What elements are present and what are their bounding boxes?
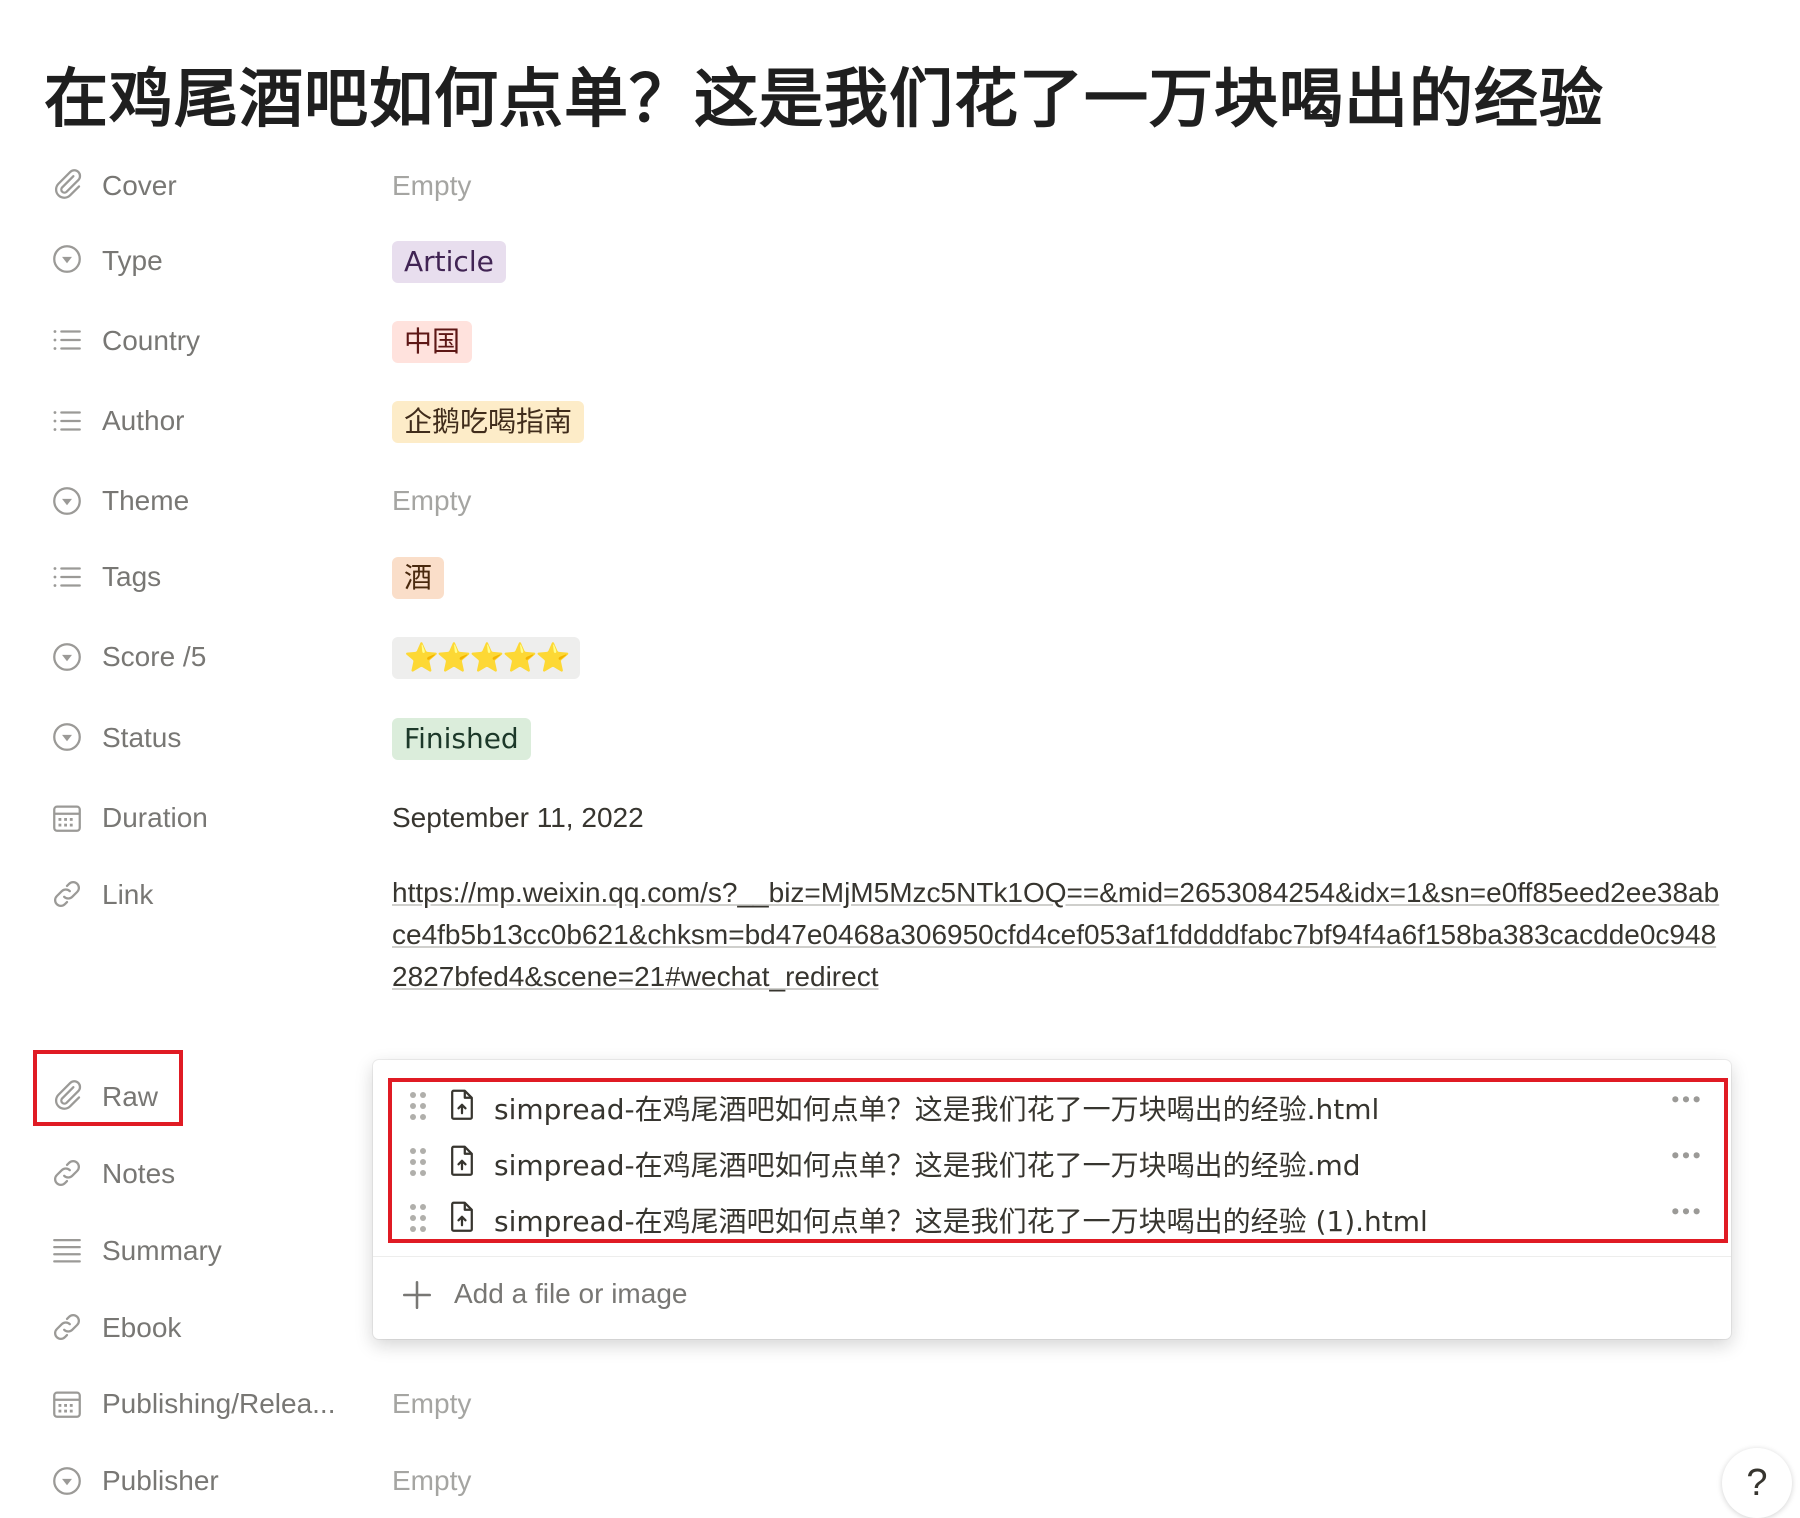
property-label-tags[interactable]: Tags (102, 561, 161, 593)
author-tag[interactable]: 企鹅吃喝指南 (392, 401, 585, 443)
property-value-type[interactable]: Article (392, 241, 506, 283)
score-stars[interactable]: ⭐⭐⭐⭐⭐ (392, 637, 581, 679)
page-title[interactable]: 在鸡尾酒吧如何点单？这是我们花了一万块喝出的经验 (44, 48, 1604, 140)
property-label-duration[interactable]: Duration (102, 802, 208, 834)
property-value-cover[interactable]: Empty (392, 170, 471, 202)
country-tag[interactable]: 中国 (392, 321, 473, 363)
list-icon (50, 404, 84, 438)
property-value-country[interactable]: 中国 (392, 321, 473, 363)
files-highlight-box (388, 1078, 1728, 1243)
plus-icon (400, 1278, 434, 1312)
select-icon (50, 484, 84, 518)
select-icon (50, 242, 84, 276)
list-icon (50, 560, 84, 594)
status-tag[interactable]: Finished (392, 718, 531, 760)
property-label-status[interactable]: Status (102, 722, 181, 754)
property-label-theme[interactable]: Theme (102, 485, 189, 517)
calendar-icon (50, 801, 84, 835)
type-tag[interactable]: Article (392, 241, 506, 283)
property-label-notes[interactable]: Notes (102, 1158, 175, 1190)
list-icon (50, 323, 84, 357)
property-label-raw[interactable]: Raw (102, 1081, 158, 1113)
popup-divider (373, 1256, 1731, 1257)
select-icon (50, 640, 84, 674)
paperclip-icon (50, 1078, 84, 1112)
property-value-theme[interactable]: Empty (392, 485, 471, 517)
link-icon (50, 1156, 84, 1190)
tag-chip[interactable]: 酒 (392, 557, 445, 599)
property-label-country[interactable]: Country (102, 325, 200, 357)
property-label-score[interactable]: Score /5 (102, 641, 206, 673)
property-label-author[interactable]: Author (102, 405, 185, 437)
add-file-label: Add a file or image (454, 1278, 688, 1309)
paperclip-icon (50, 167, 84, 201)
link-url[interactable]: https://mp.weixin.qq.com/s?__biz=MjM5Mzc… (392, 872, 1722, 998)
property-label-summary[interactable]: Summary (102, 1235, 222, 1267)
property-label-publishing[interactable]: Publishing/Relea... (102, 1388, 335, 1420)
property-label-link[interactable]: Link (102, 879, 153, 911)
select-icon (50, 1464, 84, 1498)
property-label-ebook[interactable]: Ebook (102, 1312, 181, 1344)
link-icon (50, 877, 84, 911)
property-label-type[interactable]: Type (102, 245, 163, 277)
property-value-score[interactable]: ⭐⭐⭐⭐⭐ (392, 637, 581, 679)
property-value-author[interactable]: 企鹅吃喝指南 (392, 401, 585, 443)
property-value-publishing[interactable]: Empty (392, 1388, 471, 1420)
add-file-button[interactable]: Add a file or image (400, 1272, 900, 1322)
text-icon (50, 1233, 84, 1267)
property-value-tags[interactable]: 酒 (392, 557, 445, 599)
calendar-icon (50, 1387, 84, 1421)
link-icon (50, 1310, 84, 1344)
property-value-duration[interactable]: September 11, 2022 (392, 802, 644, 834)
help-button[interactable]: ? (1722, 1448, 1792, 1518)
property-value-publisher[interactable]: Empty (392, 1465, 471, 1497)
property-value-status[interactable]: Finished (392, 718, 531, 760)
property-label-publisher[interactable]: Publisher (102, 1465, 219, 1497)
property-label-cover[interactable]: Cover (102, 170, 177, 202)
select-icon (50, 720, 84, 754)
